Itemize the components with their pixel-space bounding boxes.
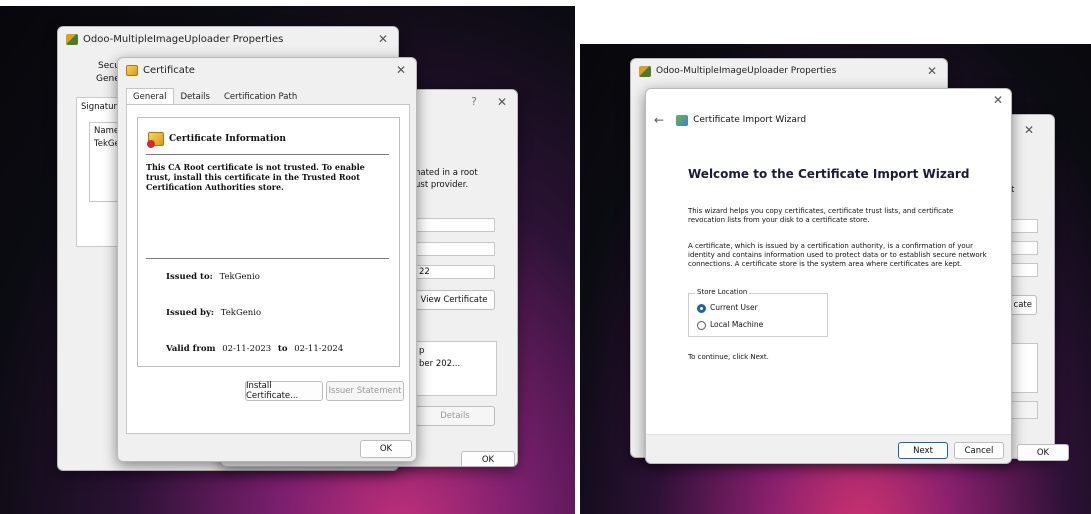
back-arrow-icon[interactable]: ← bbox=[654, 113, 664, 127]
properties-ok-button[interactable]: OK bbox=[1017, 444, 1069, 461]
close-icon[interactable]: ✕ bbox=[396, 63, 406, 77]
details-button[interactable]: Details bbox=[415, 406, 495, 426]
countersignature-partial-2: ber 202... bbox=[419, 359, 461, 369]
store-location-label: Store Location bbox=[695, 288, 750, 296]
certificate-trust-warning: This CA Root certificate is not trusted.… bbox=[146, 162, 365, 192]
issued-by-row: Issued by: TekGenio bbox=[166, 308, 261, 318]
option-current-user[interactable]: Current User bbox=[697, 303, 758, 313]
signing-time-partial: 22 bbox=[419, 267, 430, 277]
option-local-machine[interactable]: Local Machine bbox=[697, 320, 763, 330]
signature-list-row[interactable]: TekGe bbox=[94, 139, 120, 149]
countersignatures-box: p ber 202... bbox=[415, 341, 497, 396]
general-tab-panel: Certificate Information This CA Root cer… bbox=[126, 104, 410, 434]
properties-titlebar: Odoo-MultipleImageUploader Properties bbox=[58, 27, 398, 51]
issued-to-row: Issued to: TekGenio bbox=[166, 272, 260, 282]
certificate-ok-button[interactable]: OK bbox=[360, 440, 412, 458]
issued-to-label: Issued to: bbox=[166, 272, 213, 282]
certificate-warning-icon bbox=[147, 132, 164, 148]
certificate-title: Certificate bbox=[143, 64, 195, 76]
properties-app-icon bbox=[66, 33, 78, 45]
radio-local-machine[interactable] bbox=[697, 320, 706, 330]
wizard-intro: This wizard helps you copy certificates,… bbox=[688, 207, 954, 224]
right-desktop: Odoo-MultipleImageUploader Properties ✕ … bbox=[580, 44, 1091, 514]
next-button[interactable]: Next bbox=[898, 442, 948, 459]
option-current-user-label: Current User bbox=[710, 303, 758, 312]
error-badge-icon bbox=[147, 140, 155, 148]
issued-by-label: Issued by: bbox=[166, 308, 215, 318]
certificate-import-wizard: ✕ ← Certificate Import Wizard Welcome to… bbox=[645, 88, 1012, 464]
valid-from-label: Valid from bbox=[166, 344, 216, 354]
wizard-title: Certificate Import Wizard bbox=[693, 115, 807, 125]
countersignature-partial-1: p bbox=[419, 346, 425, 356]
valid-from-row: Valid from 02-11-2023 to 02-11-2024 bbox=[166, 344, 343, 354]
signer-name-field bbox=[415, 218, 495, 232]
signing-time-field: 22 bbox=[415, 265, 495, 279]
close-icon[interactable]: ✕ bbox=[378, 32, 388, 46]
properties-title: Odoo-MultipleImageUploader Properties bbox=[656, 66, 837, 76]
issuer-statement-button[interactable]: Issuer Statement bbox=[326, 381, 404, 401]
ok-button[interactable]: OK bbox=[461, 451, 515, 466]
cancel-button[interactable]: Cancel bbox=[954, 442, 1004, 459]
certificate-info-box: Certificate Information This CA Root cer… bbox=[137, 117, 400, 367]
signature-list-header: Name bbox=[94, 126, 120, 136]
option-local-machine-label: Local Machine bbox=[710, 320, 764, 329]
close-icon[interactable]: ✕ bbox=[497, 95, 507, 109]
valid-to-label: to bbox=[277, 344, 288, 354]
valid-to-value: 02-11-2024 bbox=[294, 344, 344, 354]
certificate-titlebar: Certificate bbox=[118, 58, 416, 82]
close-icon[interactable]: ✕ bbox=[927, 64, 937, 78]
install-certificate-button[interactable]: Install Certificate... bbox=[245, 381, 323, 401]
wizard-icon bbox=[676, 114, 689, 126]
properties-title: Odoo-MultipleImageUploader Properties bbox=[83, 33, 284, 45]
wizard-heading: Welcome to the Certificate Import Wizard bbox=[688, 167, 970, 181]
wizard-footer: Next Cancel bbox=[646, 434, 1011, 463]
certificate-window: Certificate ✕ General Details Certificat… bbox=[117, 57, 417, 462]
view-certificate-button[interactable]: View Certificate bbox=[413, 290, 495, 310]
store-location-group: Store Location Current User Local Machin… bbox=[688, 288, 828, 337]
certificate-icon bbox=[126, 64, 138, 76]
help-icon[interactable]: ? bbox=[471, 95, 477, 108]
issued-by-value: TekGenio bbox=[220, 308, 262, 318]
continue-text: To continue, click Next. bbox=[688, 353, 769, 361]
properties-app-icon bbox=[639, 65, 651, 77]
certificate-info-divider bbox=[146, 154, 389, 155]
trust-text-partial-2: ust provider. bbox=[415, 180, 469, 190]
signer-email-field bbox=[415, 242, 495, 256]
wizard-header: ← Certificate Import Wizard bbox=[654, 113, 806, 127]
certificate-info-heading: Certificate Information bbox=[169, 134, 286, 144]
certificate-info-header: Certificate Information bbox=[147, 132, 286, 148]
valid-from-value: 02-11-2023 bbox=[222, 344, 272, 354]
close-icon[interactable]: ✕ bbox=[993, 93, 1003, 107]
wizard-description: A certificate, which is issued by a cert… bbox=[688, 242, 987, 268]
close-icon[interactable]: ✕ bbox=[1024, 123, 1034, 137]
issued-to-value: TekGenio bbox=[219, 272, 260, 282]
trust-text-partial-1: nated in a root bbox=[415, 168, 478, 178]
properties-titlebar: Odoo-MultipleImageUploader Properties bbox=[631, 59, 947, 83]
signatures-group-label: Signature bbox=[81, 102, 123, 112]
left-desktop: Odoo-MultipleImageUploader Properties ✕ … bbox=[0, 6, 575, 514]
certificate-fields-divider bbox=[146, 258, 389, 259]
radio-current-user[interactable] bbox=[697, 303, 706, 313]
